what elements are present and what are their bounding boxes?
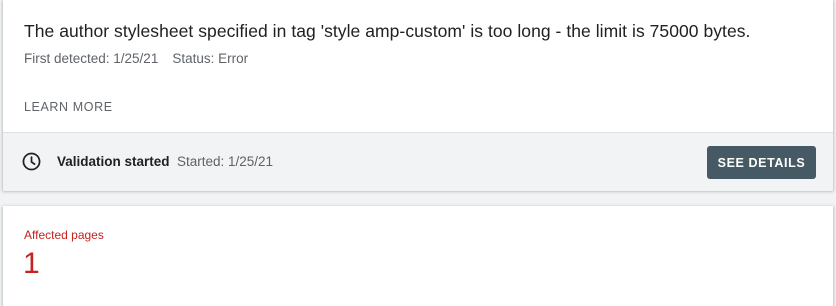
issue-meta: First detected: 1/25/21 Status: Error — [24, 51, 248, 66]
issue-card: The author stylesheet specified in tag '… — [3, 0, 833, 191]
validation-bar: Validation started Started: 1/25/21 SEE … — [3, 132, 833, 191]
status-text: Status: Error — [172, 51, 249, 66]
see-details-button[interactable]: SEE DETAILS — [707, 146, 816, 179]
validation-status-label: Validation started — [57, 154, 170, 169]
validation-started-date: Started: 1/25/21 — [177, 154, 274, 169]
affected-pages-card: Affected pages 1 — [3, 206, 833, 306]
affected-pages-count: 1 — [23, 247, 40, 280]
issue-title: The author stylesheet specified in tag '… — [24, 21, 751, 41]
learn-more-link[interactable]: LEARN MORE — [24, 100, 113, 114]
clock-icon — [22, 152, 41, 171]
issue-details: The author stylesheet specified in tag '… — [3, 0, 833, 132]
affected-pages-label: Affected pages — [24, 228, 104, 242]
first-detected-text: First detected: 1/25/21 — [24, 51, 159, 66]
